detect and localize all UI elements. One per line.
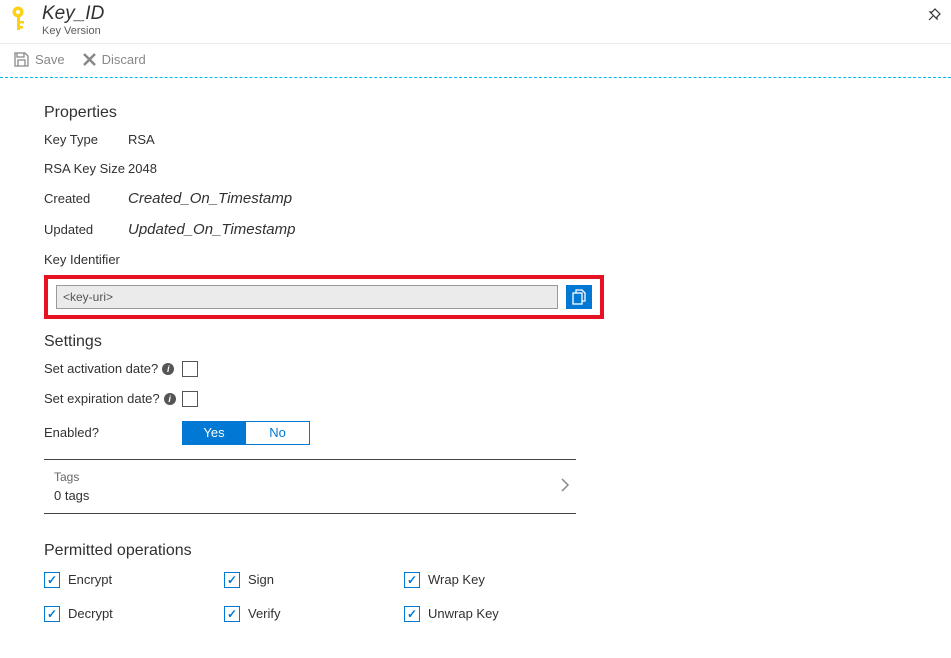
sign-checkbox[interactable]: [224, 572, 240, 588]
created-label: Created: [44, 191, 128, 206]
op-encrypt[interactable]: Encrypt: [44, 572, 224, 588]
page-title: Key_ID: [42, 4, 927, 25]
save-icon: [14, 52, 29, 67]
encrypt-checkbox[interactable]: [44, 572, 60, 588]
expiration-date-label: Set expiration date? i: [44, 391, 182, 406]
discard-label: Discard: [102, 52, 146, 67]
enabled-label: Enabled?: [44, 425, 182, 440]
prop-rsa-size: RSA Key Size 2048: [44, 161, 907, 176]
key-icon: [10, 6, 32, 35]
prop-updated: Updated Updated_On_Timestamp: [44, 221, 907, 238]
header-title-block: Key_ID Key Version: [42, 4, 927, 37]
key-identifier-highlight: [44, 275, 604, 319]
activation-date-row: Set activation date? i: [44, 361, 907, 377]
enabled-row: Enabled? Yes No: [44, 421, 907, 445]
updated-value: Updated_On_Timestamp: [128, 221, 295, 238]
command-bar: Save Discard: [0, 44, 951, 78]
tags-row[interactable]: Tags 0 tags: [44, 460, 576, 514]
operations-grid: Encrypt Sign Wrap Key Decrypt Verify Unw…: [44, 572, 907, 622]
permitted-operations-heading: Permitted operations: [44, 542, 907, 560]
tags-label: Tags: [54, 470, 89, 484]
sign-label: Sign: [248, 572, 274, 587]
save-label: Save: [35, 52, 65, 67]
enabled-toggle: Yes No: [182, 421, 310, 445]
discard-icon: [83, 53, 96, 66]
op-verify[interactable]: Verify: [224, 606, 404, 622]
expiration-date-checkbox[interactable]: [182, 391, 198, 407]
header-actions: [927, 4, 941, 25]
decrypt-label: Decrypt: [68, 606, 113, 621]
content-area: Properties Key Type RSA RSA Key Size 204…: [0, 78, 951, 622]
wrap-label: Wrap Key: [428, 572, 485, 587]
enabled-yes-button[interactable]: Yes: [182, 421, 246, 445]
unwrap-checkbox[interactable]: [404, 606, 420, 622]
copy-button[interactable]: [566, 285, 592, 309]
op-decrypt[interactable]: Decrypt: [44, 606, 224, 622]
settings-heading: Settings: [44, 333, 907, 351]
verify-label: Verify: [248, 606, 281, 621]
copy-icon: [572, 289, 586, 305]
verify-checkbox[interactable]: [224, 606, 240, 622]
key-type-value: RSA: [128, 132, 155, 147]
page-header: Key_ID Key Version: [0, 0, 951, 44]
info-icon[interactable]: i: [162, 363, 174, 375]
rsa-size-label: RSA Key Size: [44, 161, 128, 176]
decrypt-checkbox[interactable]: [44, 606, 60, 622]
encrypt-label: Encrypt: [68, 572, 112, 587]
properties-heading: Properties: [44, 104, 907, 122]
activation-date-label: Set activation date? i: [44, 361, 182, 376]
prop-created: Created Created_On_Timestamp: [44, 190, 907, 207]
activation-date-checkbox[interactable]: [182, 361, 198, 377]
key-identifier-label: Key Identifier: [44, 252, 907, 267]
info-icon[interactable]: i: [164, 393, 176, 405]
op-wrap[interactable]: Wrap Key: [404, 572, 584, 588]
pin-icon[interactable]: [927, 8, 941, 25]
expiration-date-row: Set expiration date? i: [44, 391, 907, 407]
save-button[interactable]: Save: [14, 52, 65, 67]
chevron-right-icon: [560, 477, 570, 496]
page-subtitle: Key Version: [42, 25, 927, 37]
op-sign[interactable]: Sign: [224, 572, 404, 588]
key-type-label: Key Type: [44, 132, 128, 147]
prop-key-type: Key Type RSA: [44, 132, 907, 147]
wrap-checkbox[interactable]: [404, 572, 420, 588]
tags-count: 0 tags: [54, 488, 89, 503]
updated-label: Updated: [44, 222, 128, 237]
unwrap-label: Unwrap Key: [428, 606, 499, 621]
tags-left: Tags 0 tags: [54, 470, 89, 503]
rsa-size-value: 2048: [128, 161, 157, 176]
op-unwrap[interactable]: Unwrap Key: [404, 606, 584, 622]
enabled-no-button[interactable]: No: [246, 421, 310, 445]
key-uri-input[interactable]: [56, 285, 558, 309]
created-value: Created_On_Timestamp: [128, 190, 292, 207]
discard-button[interactable]: Discard: [83, 52, 146, 67]
